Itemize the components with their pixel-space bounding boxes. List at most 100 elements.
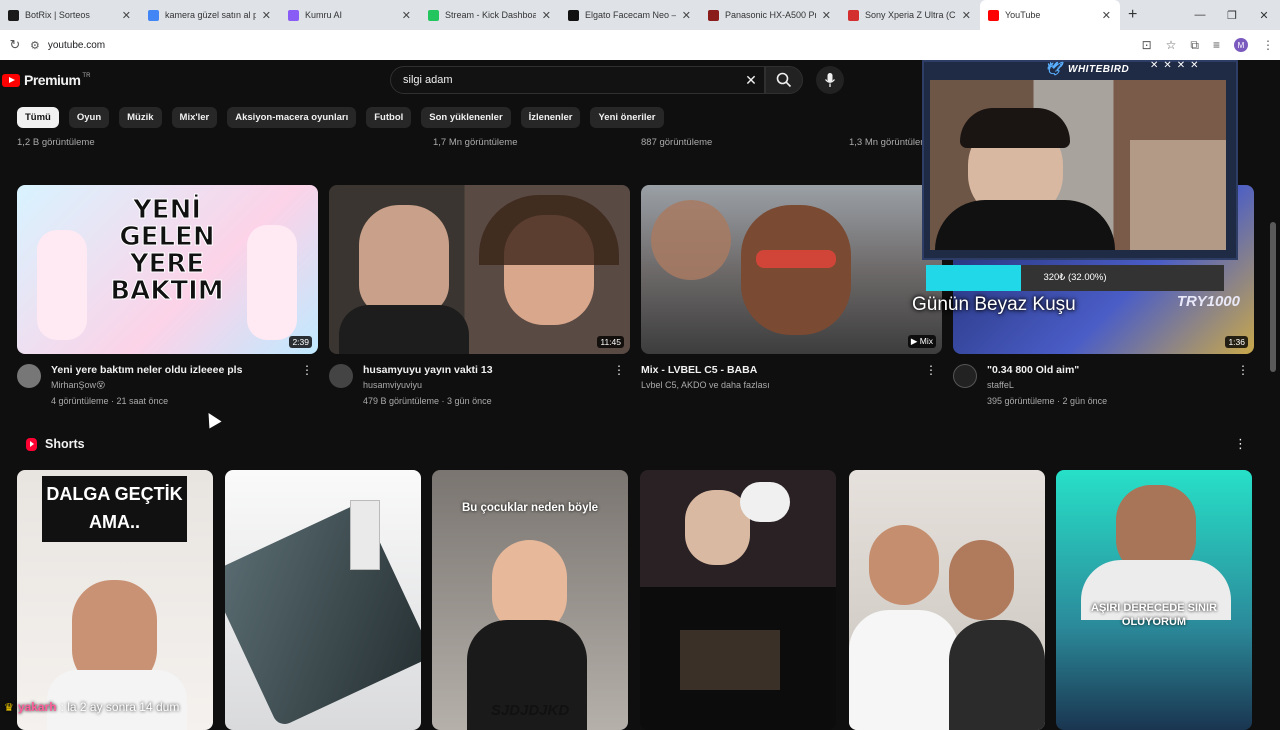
minimize-icon[interactable]: — — [1184, 9, 1216, 21]
overlay-brand: 🕊 WHITEBIRD — [1045, 60, 1129, 78]
browser-menu-icon[interactable]: ⋮ — [1262, 38, 1274, 52]
streamer-body — [935, 200, 1115, 250]
site-info-icon[interactable]: ⚙ — [30, 39, 40, 52]
more-options-icon[interactable]: ⋮ — [1237, 363, 1249, 377]
tab-favicon-icon — [708, 9, 719, 21]
restore-icon[interactable]: ❐ — [1216, 9, 1248, 22]
short-thumbnail[interactable] — [640, 470, 836, 730]
browser-tab[interactable]: BotRix | Sorteos ✕ — [0, 0, 140, 30]
filter-chip[interactable]: Son yüklenenler — [421, 107, 511, 128]
tab-label: Kumru AI — [305, 10, 343, 20]
tab-close-icon[interactable]: ✕ — [962, 9, 971, 22]
browser-tab[interactable]: Elgato Facecam Neo – Ful ✕ — [560, 0, 700, 30]
search-icon — [776, 72, 792, 88]
window-controls: — ❐ ✕ — [1184, 0, 1280, 30]
youtube-play-icon — [2, 73, 20, 87]
tab-close-icon[interactable]: ✕ — [262, 9, 271, 22]
url-field[interactable]: youtube.com — [48, 40, 105, 51]
tab-label: BotRix | Sorteos — [25, 10, 90, 20]
donation-goal-text: 320₺ (32.00%) — [1043, 272, 1107, 283]
channel-name[interactable]: Lvbel C5, AKDO ve daha fazlası — [641, 380, 770, 390]
more-options-icon[interactable]: ⋮ — [301, 363, 313, 377]
short-thumbnail[interactable] — [849, 470, 1045, 730]
channel-avatar[interactable] — [953, 364, 977, 388]
short-thumbnail[interactable]: Bu çocuklar neden böyle SJDJDJKD — [432, 470, 628, 730]
tab-label: Sony Xperia Z Ultra (C68 — [865, 10, 956, 20]
view-count: 887 görüntüleme — [641, 137, 713, 148]
browser-tab[interactable]: Panasonic HX-A500 Profe ✕ — [700, 0, 840, 30]
more-options-icon[interactable]: ⋮ — [613, 363, 625, 377]
youtube-logo[interactable]: Premium TR — [2, 72, 90, 88]
browser-tab[interactable]: kamera güzel satın al pc g ✕ — [140, 0, 280, 30]
tab-close-icon[interactable]: ✕ — [402, 9, 411, 22]
filter-chip[interactable]: Müzik — [119, 107, 162, 128]
tab-label: kamera güzel satın al pc g — [165, 10, 256, 20]
search-box[interactable]: silgi adam ✕ — [390, 66, 765, 94]
shorts-icon — [26, 437, 37, 451]
video-title[interactable]: husamyuyu yayın vakti 13 — [363, 364, 493, 376]
channel-name[interactable]: husamviyuviyu — [363, 380, 422, 390]
clear-search-icon[interactable]: ✕ — [738, 72, 764, 89]
short-thumbnail[interactable] — [225, 470, 421, 730]
tab-close-icon[interactable]: ✕ — [822, 9, 831, 22]
microphone-icon — [824, 73, 836, 87]
tab-close-icon[interactable]: ✕ — [122, 9, 131, 22]
extensions-icon[interactable]: ⧉ — [1190, 38, 1199, 53]
filter-chip[interactable]: Yeni öneriler — [590, 107, 664, 128]
tab-close-icon[interactable]: ✕ — [1102, 9, 1111, 22]
filter-chip[interactable]: Futbol — [366, 107, 412, 128]
sunglasses-figure — [756, 250, 836, 268]
person-figure — [949, 620, 1045, 730]
video-title[interactable]: "0.34 800 Old aim" — [987, 364, 1079, 376]
browser-tab[interactable]: Kumru AI ✕ — [280, 0, 420, 30]
reload-icon[interactable]: ↻ — [0, 37, 30, 53]
browser-tab[interactable]: YouTube ✕ — [980, 0, 1120, 30]
shorts-more-options-icon[interactable]: ⋮ — [1234, 436, 1247, 452]
video-thumbnail[interactable]: YENİ GELEN YERE BAKTIM 2:39 — [17, 185, 318, 354]
close-window-icon[interactable]: ✕ — [1248, 9, 1280, 22]
browser-tab[interactable]: Stream - Kick Dashboard ✕ — [420, 0, 560, 30]
channel-avatar[interactable] — [17, 364, 41, 388]
profile-avatar[interactable]: M — [1234, 38, 1248, 52]
search-button[interactable] — [765, 66, 803, 94]
search-input[interactable]: silgi adam — [403, 74, 738, 86]
short-bottom-caption: SJDJDJKD — [490, 702, 570, 719]
browser-tab-bar: BotRix | Sorteos ✕ kamera güzel satın al p… — [0, 0, 1280, 30]
street-figure — [680, 630, 780, 690]
video-title[interactable]: Mix - LVBEL C5 - BABA — [641, 364, 757, 376]
short-thumbnail[interactable]: DALGA GEÇTİK AMA.. — [17, 470, 213, 730]
channel-name[interactable]: MirhanŞow😵 — [51, 380, 105, 391]
filter-chip[interactable]: Aksiyon-macera oyunları — [227, 107, 357, 128]
filter-chip[interactable]: Oyun — [68, 107, 110, 128]
person-figure — [869, 525, 939, 605]
filter-chip[interactable]: İzlenenler — [520, 107, 581, 128]
video-thumbnail[interactable]: 11:45 — [329, 185, 630, 354]
video-title[interactable]: Yeni yere baktım neler oldu izleeee pls — [51, 364, 242, 376]
thumbnail-text: YENİ GELEN YERE BAKTIM — [110, 195, 224, 306]
bookmark-star-icon[interactable]: ☆ — [1166, 38, 1177, 52]
tab-favicon-icon — [8, 9, 19, 21]
channel-avatar[interactable] — [329, 364, 353, 388]
view-count: 1,2 B görüntüleme — [17, 137, 95, 148]
tab-close-icon[interactable]: ✕ — [542, 9, 551, 22]
filter-chip[interactable]: Mix'ler — [171, 107, 218, 128]
voice-search-button[interactable] — [816, 66, 844, 94]
video-thumbnail[interactable]: ▶ Mix — [641, 185, 942, 354]
channel-name[interactable]: staffeL — [987, 380, 1014, 390]
more-options-icon[interactable]: ⋮ — [925, 363, 937, 377]
new-tab-button[interactable]: + — [1128, 6, 1137, 24]
bird-icon: 🕊 — [1045, 61, 1063, 76]
chat-text: : la 2 ay sonra 14 dum — [60, 700, 180, 714]
keyboard-figure — [225, 502, 421, 728]
browser-tab[interactable]: Sony Xperia Z Ultra (C68 ✕ — [840, 0, 980, 30]
page-scrollbar[interactable] — [1270, 222, 1276, 372]
filter-chip[interactable]: Tümü — [17, 107, 59, 128]
overlay-caption: Günün Beyaz Kuşu — [912, 294, 1076, 315]
thumbnail-text: TRY1000 — [1176, 293, 1240, 310]
tab-label: Panasonic HX-A500 Profe — [725, 10, 816, 20]
install-app-icon[interactable]: ⊡ — [1142, 38, 1152, 52]
person-figure — [741, 205, 851, 335]
tab-close-icon[interactable]: ✕ — [682, 9, 691, 22]
media-icon[interactable]: ≡ — [1213, 38, 1220, 52]
short-thumbnail[interactable]: AŞIRI DERECEDE SINIR OLUYORUM — [1056, 470, 1252, 730]
